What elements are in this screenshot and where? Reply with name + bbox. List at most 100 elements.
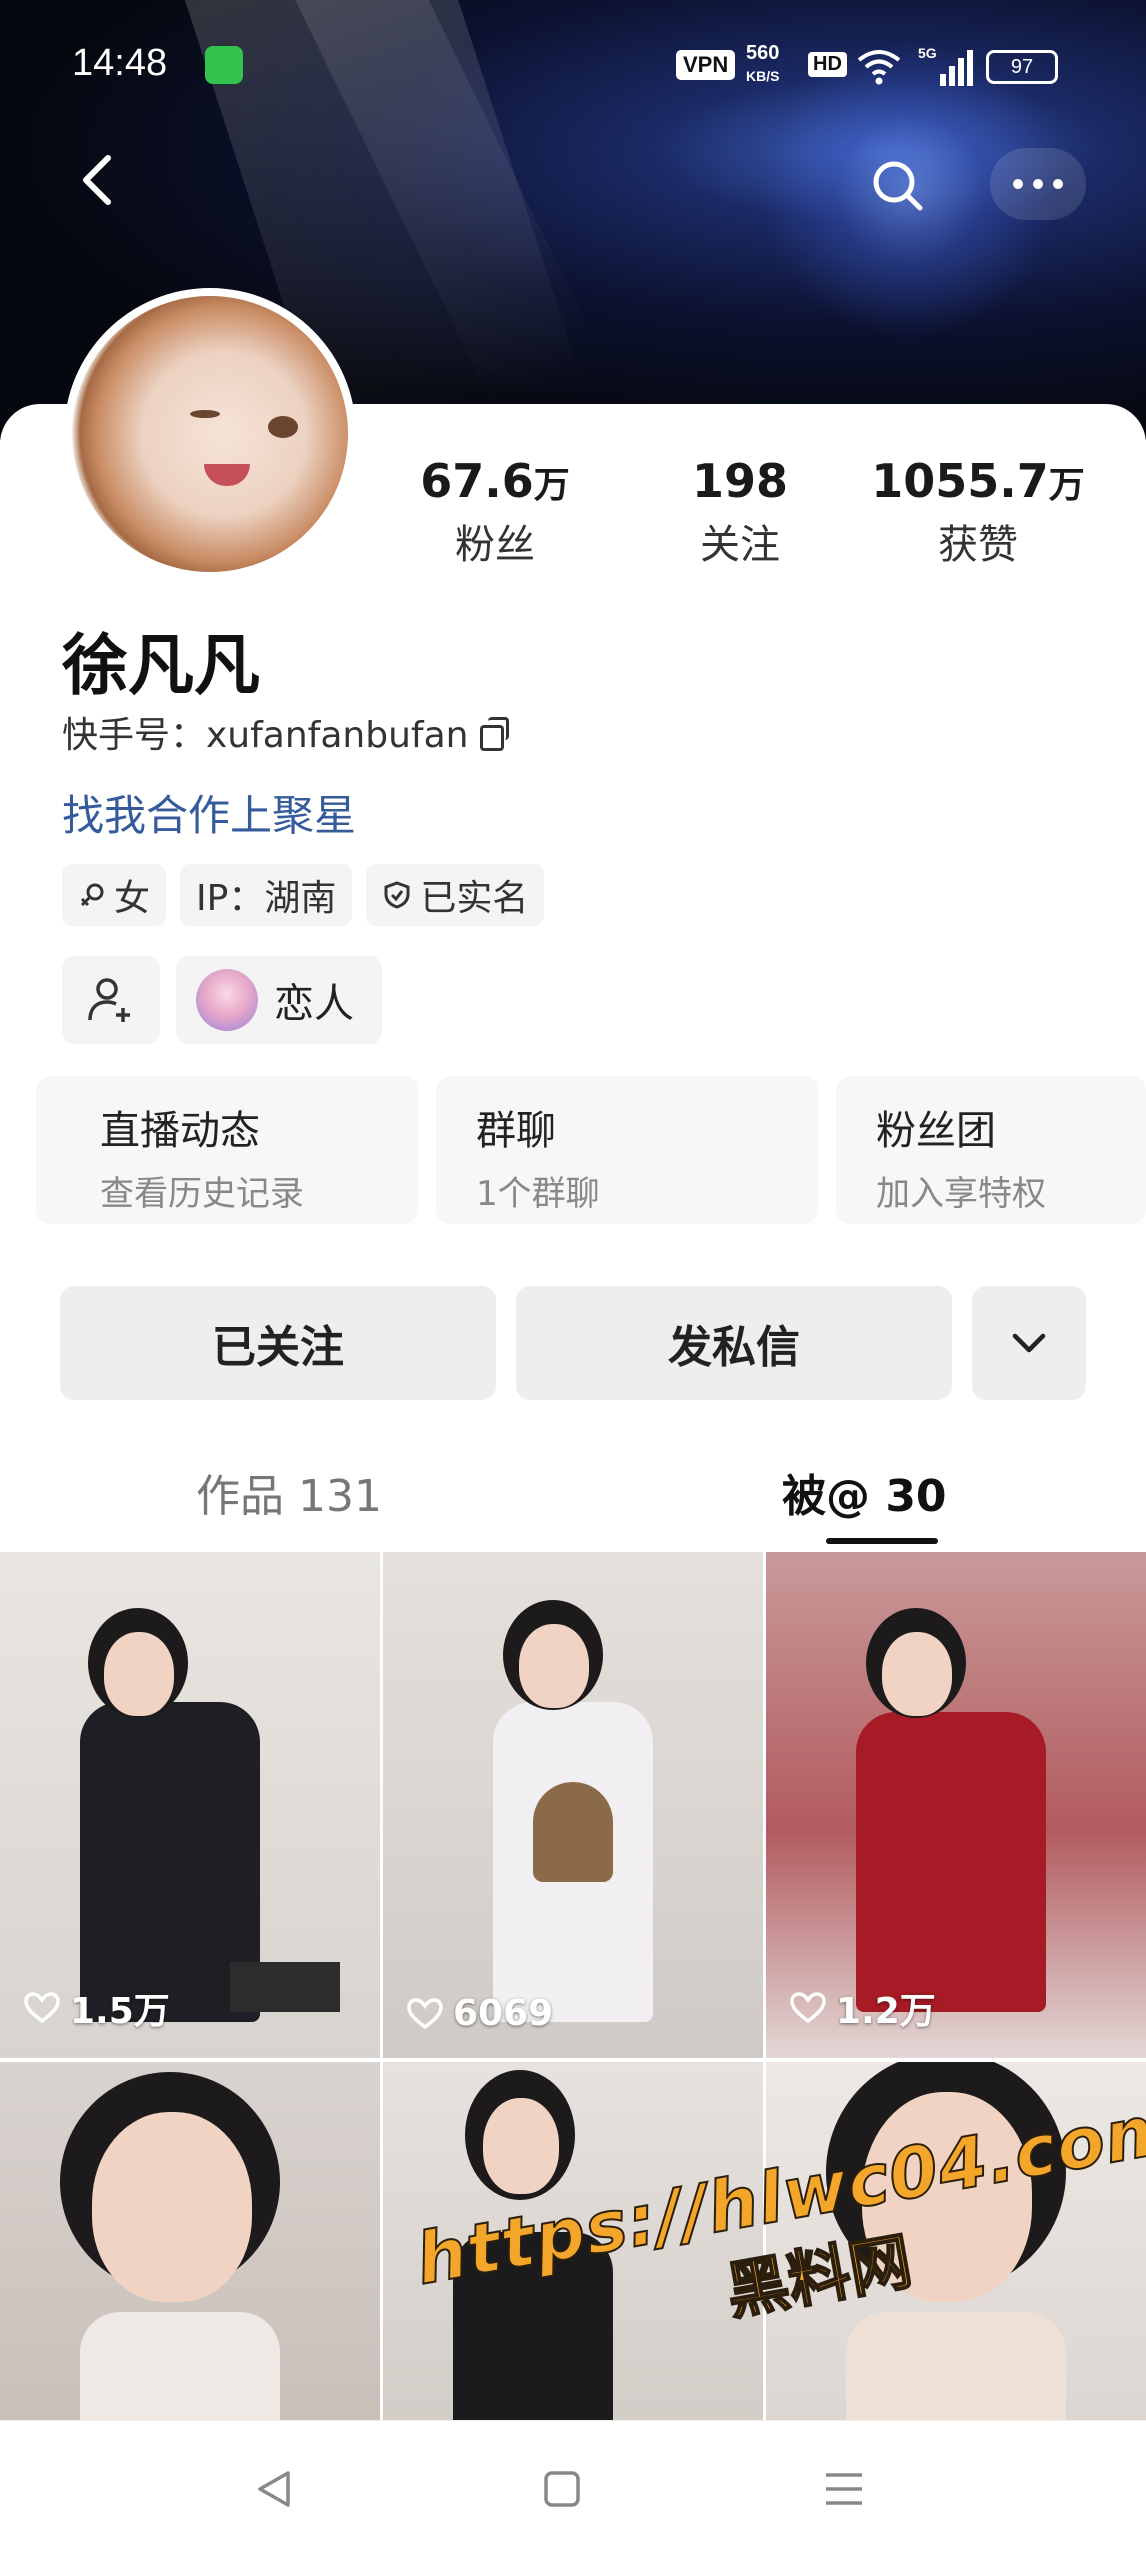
feature-row: 直播动态 查看历史记录 群聊 1个群聊 粉丝团 加入享特权 [36,1076,1146,1224]
figure-face [92,2112,252,2302]
message-button[interactable]: 发私信 [516,1286,952,1400]
back-icon[interactable] [70,150,130,210]
status-bar: 14:48 VPN 560 KB/S HD 5G 97 [0,28,1146,108]
avatar-mouth [204,464,250,486]
wifi-icon [857,50,901,85]
figure-body [846,2312,1066,2426]
figure-apron [533,1782,613,1882]
fan-club-card[interactable]: 粉丝团 加入享特权 [836,1076,1146,1224]
nav-home-square-icon[interactable] [540,2467,584,2511]
figure-body [80,2312,280,2426]
verified-tag: 已实名 [366,864,545,926]
dot-icon [1033,179,1043,189]
avatar-eye [268,416,298,438]
profile-name: 徐凡凡 [62,627,260,704]
hd-badge: HD [808,52,847,77]
lover-label: 恋人 [274,981,354,1027]
group-chat-card[interactable]: 群聊 1个群聊 [436,1076,818,1224]
add-friend-button[interactable] [62,956,160,1044]
thumbnail-image [0,2062,380,2426]
verified-label: 已实名 [420,878,529,919]
ip-tag: IP：湖南 [180,864,353,926]
add-user-icon [88,978,130,1022]
net-speed-unit: KB/S [746,68,780,84]
female-icon [80,883,104,907]
figure-face [882,1632,952,1716]
status-time: 14:48 [72,42,168,84]
thumbnail-image [383,1552,763,2058]
more-options-button[interactable] [990,148,1086,220]
app-notification-icon [205,46,243,84]
system-nav-bar [0,2420,1146,2560]
like-count: 1.2万 [790,1982,936,2034]
video-thumbnail[interactable] [0,2062,380,2426]
video-thumbnail[interactable]: 1.5万 [0,1552,380,2058]
avatar-image [72,296,348,572]
video-thumbnail[interactable]: 1.2万 [766,1552,1146,2058]
like-count-text: 6069 [453,1993,554,2034]
gender-tag: 女 [62,864,167,926]
tab-mentioned[interactable]: 被@ 30 [782,1460,947,1524]
relation-row: 恋人 [62,956,382,1044]
like-count-text: 1.5万 [70,1991,170,2032]
ip-label: IP：湖南 [196,878,337,919]
followers-label: 粉丝 [455,522,535,568]
copy-icon[interactable] [478,717,510,751]
bio-link[interactable]: 找我合作上聚星 [62,782,356,843]
feature-title: 直播动态 [100,1108,260,1154]
vpn-badge: VPN [676,50,736,80]
content-tabs: 作品 131 被@ 30 [0,1430,1146,1548]
followers-stat[interactable]: 67.6万 粉丝 [385,454,605,570]
nav-menu-icon[interactable] [822,2467,866,2511]
net-speed-value: 560 [746,42,780,64]
feature-title: 群聊 [476,1108,556,1154]
figure-face [519,1624,589,1708]
background-object [230,1962,340,2012]
expand-button[interactable] [972,1286,1086,1400]
active-tab-indicator [826,1538,938,1544]
likes-label: 获赞 [938,522,1018,568]
likes-count: 1055.7万 [871,454,1085,508]
figure-face [104,1632,174,1716]
tab-works[interactable]: 作品 131 [196,1460,382,1524]
figure-body [856,1712,1046,2012]
avatar[interactable] [64,288,356,580]
likes-stat[interactable]: 1055.7万 获赞 [868,454,1088,570]
following-stat[interactable]: 198 关注 [630,454,850,570]
signal-label: 5G [918,45,937,61]
dot-icon [1013,179,1023,189]
shield-check-icon [384,881,410,909]
net-speed: 560 KB/S [746,42,779,87]
followed-button[interactable]: 已关注 [60,1286,496,1400]
kuaishou-id-text: 快手号：xufanfanbufan [62,715,469,756]
chevron-down-icon [1012,1333,1046,1353]
like-count: 6069 [407,1993,553,2034]
like-count: 1.5万 [24,1982,170,2034]
following-count: 198 [691,454,789,508]
feature-title: 粉丝团 [876,1108,996,1154]
signal-icon: 5G [918,45,973,86]
lover-avatar [196,969,258,1031]
feature-subtitle: 查看历史记录 [100,1174,304,1214]
like-count-text: 1.2万 [836,1991,936,2032]
lover-relation[interactable]: 恋人 [176,956,382,1044]
dot-icon [1053,179,1063,189]
kuaishou-id: 快手号：xufanfanbufan [62,706,510,758]
action-buttons: 已关注 发私信 [60,1286,1086,1400]
heart-icon [24,1992,60,2024]
feature-subtitle: 1个群聊 [476,1174,600,1214]
following-label: 关注 [700,522,780,568]
profile-tags: 女 IP：湖南 已实名 [62,864,545,926]
battery-icon: 97 [986,50,1058,84]
video-thumbnail[interactable]: 6069 [383,1552,763,2058]
heart-icon [407,1997,443,2029]
heart-icon [790,1992,826,2024]
gender-label: 女 [114,878,151,919]
feature-subtitle: 加入享特权 [876,1174,1046,1214]
nav-back-triangle-icon[interactable] [252,2467,296,2511]
figure-face [483,2098,559,2194]
live-history-card[interactable]: 直播动态 查看历史记录 [36,1076,418,1224]
avatar-eye [190,410,220,418]
search-icon[interactable] [866,154,930,218]
followers-count: 67.6万 [420,454,570,508]
